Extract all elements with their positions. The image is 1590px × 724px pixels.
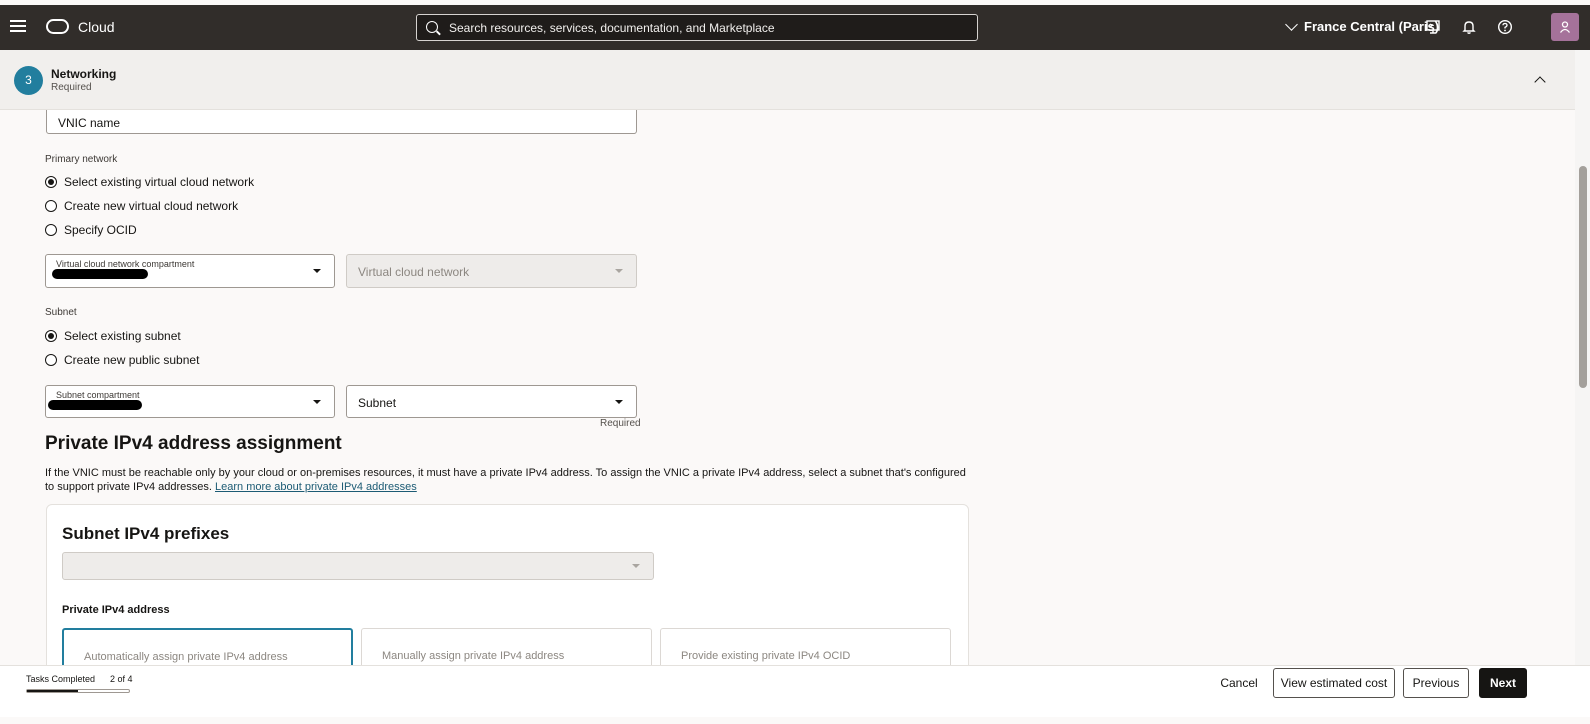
tile-existing-ocid[interactable]: Provide existing private IPv4 OCID xyxy=(660,628,951,665)
step-number-badge: 3 xyxy=(14,66,43,95)
view-estimated-cost-button[interactable]: View estimated cost xyxy=(1273,668,1395,698)
ipv4-prefix-select xyxy=(62,552,654,580)
redacted-value xyxy=(52,269,148,279)
caret-down-icon xyxy=(313,400,321,404)
radio-label: Select existing virtual cloud network xyxy=(64,175,255,189)
search-input[interactable] xyxy=(449,15,969,40)
region-label: France Central (Paris) xyxy=(1304,19,1440,34)
scrollbar[interactable] xyxy=(1575,50,1590,665)
brand-name[interactable]: Cloud xyxy=(78,19,115,35)
vcn-select: Virtual cloud network xyxy=(346,254,637,288)
vcn-compartment-select[interactable]: Virtual cloud network compartment xyxy=(45,254,335,288)
learn-more-link[interactable]: Learn more about private IPv4 addresses xyxy=(215,481,417,493)
tile-auto-assign[interactable]: Automatically assign private IPv4 addres… xyxy=(62,628,353,665)
radio-label: Select existing subnet xyxy=(64,329,181,343)
vnic-name-value: VNIC name xyxy=(58,116,121,130)
radio-label: Specify OCID xyxy=(64,223,137,237)
radio-button[interactable] xyxy=(45,200,57,212)
radio-create-new-vcn[interactable]: Create new virtual cloud network xyxy=(45,199,238,213)
subnet-required-hint: Required xyxy=(600,418,641,429)
wizard-footer: Tasks Completed 2 of 4 Cancel View estim… xyxy=(0,665,1590,717)
subnet-label: Subnet xyxy=(45,307,77,318)
subnet-compartment-select[interactable]: Subnet compartment xyxy=(45,385,335,418)
radio-button[interactable] xyxy=(45,330,57,342)
tasks-completed-label: Tasks Completed xyxy=(26,674,96,684)
radio-button[interactable] xyxy=(45,224,57,236)
progress-fill xyxy=(27,690,78,692)
subnet-ipv4-prefixes-card: Subnet IPv4 prefixes Private IPv4 addres… xyxy=(46,504,969,665)
caret-down-icon xyxy=(313,269,321,273)
cloud-shell-icon[interactable] xyxy=(1424,19,1442,37)
help-icon[interactable] xyxy=(1496,19,1514,37)
networking-form: VNIC name Primary network Select existin… xyxy=(0,110,1575,665)
redacted-value xyxy=(48,400,142,410)
tile-label: Provide existing private IPv4 OCID xyxy=(681,650,851,662)
subnet-placeholder: Subnet xyxy=(358,396,397,410)
top-navigation-bar: Cloud France Central (Paris) xyxy=(0,5,1590,50)
scrollbar-thumb[interactable] xyxy=(1579,166,1587,388)
vcn-compartment-label: Virtual cloud network compartment xyxy=(56,259,195,269)
private-ipv4-heading: Private IPv4 address assignment xyxy=(45,433,342,454)
vcn-placeholder: Virtual cloud network xyxy=(358,265,470,279)
region-selector[interactable]: France Central (Paris) xyxy=(1285,17,1440,34)
radio-create-public-subnet[interactable]: Create new public subnet xyxy=(45,353,199,367)
private-ipv4-address-label: Private IPv4 address xyxy=(62,604,170,616)
radio-button[interactable] xyxy=(45,176,57,188)
tile-label: Automatically assign private IPv4 addres… xyxy=(84,651,288,663)
tasks-completed-count: 2 of 4 xyxy=(110,674,133,684)
cloud-logo[interactable] xyxy=(46,19,69,34)
previous-button[interactable]: Previous xyxy=(1403,668,1469,698)
radio-select-existing-subnet[interactable]: Select existing subnet xyxy=(45,329,181,343)
radio-button[interactable] xyxy=(45,354,57,366)
subnet-select[interactable]: Subnet xyxy=(346,385,637,418)
caret-down-icon xyxy=(632,564,640,568)
private-ipv4-description: If the VNIC must be reachable only by yo… xyxy=(45,466,975,494)
menu-icon[interactable] xyxy=(10,20,26,34)
chevron-down-icon xyxy=(1285,17,1298,31)
search-icon xyxy=(426,21,438,33)
search-box[interactable] xyxy=(416,14,978,41)
caret-down-icon xyxy=(615,269,623,273)
bell-icon[interactable] xyxy=(1460,19,1478,37)
tile-manual-assign[interactable]: Manually assign private IPv4 address xyxy=(361,628,652,665)
cancel-button[interactable]: Cancel xyxy=(1210,668,1268,698)
primary-network-label: Primary network xyxy=(45,154,118,165)
radio-label: Create new virtual cloud network xyxy=(64,199,239,213)
caret-down-icon xyxy=(615,400,623,404)
radio-specify-ocid[interactable]: Specify OCID xyxy=(45,223,137,237)
tasks-progress-bar xyxy=(26,689,130,693)
step-title: Networking xyxy=(51,67,117,81)
radio-select-existing-vcn[interactable]: Select existing virtual cloud network xyxy=(45,175,254,189)
step-subtitle: Required xyxy=(51,82,92,93)
user-icon[interactable] xyxy=(1551,13,1579,41)
tile-label: Manually assign private IPv4 address xyxy=(382,650,565,662)
description-text: If the VNIC must be reachable only by yo… xyxy=(45,467,966,493)
chevron-up-icon[interactable] xyxy=(1534,76,1546,88)
next-button[interactable]: Next xyxy=(1479,668,1527,698)
radio-label: Create new public subnet xyxy=(64,353,200,367)
step-header-networking[interactable]: 3 Networking Required xyxy=(0,50,1575,110)
subnet-compartment-label: Subnet compartment xyxy=(56,390,140,400)
vnic-name-field[interactable]: VNIC name xyxy=(46,110,637,134)
card-title: Subnet IPv4 prefixes xyxy=(62,524,230,543)
